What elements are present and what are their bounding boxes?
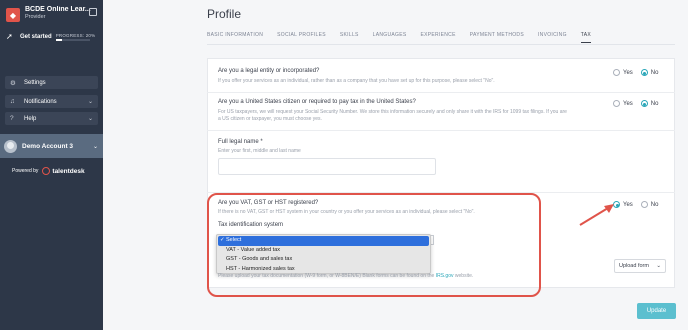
sidebar-item-notifications[interactable]: ♫ Notifications ⌄ [5, 95, 98, 108]
legal-entity-question: Are you a legal entity or incorporated? [218, 68, 320, 74]
chevron-down-icon: ⌄ [92, 143, 98, 150]
upload-form-button[interactable]: Upload form ⌄ [614, 259, 666, 273]
avatar [4, 139, 17, 153]
gear-icon: ⚙ [10, 79, 16, 87]
progress-text: PROGRESS: 20% [55, 32, 96, 38]
page-title: Profile [207, 7, 242, 21]
powered-by-label: Powered by [12, 168, 39, 174]
tab-basic-information[interactable]: BASIC INFORMATION [207, 32, 263, 43]
talentdesk-brand: talentdesk [52, 167, 85, 175]
bell-icon: ♫ [10, 98, 15, 105]
sidebar-item-label: Notifications [24, 98, 57, 105]
sidebar-item-label: Settings [24, 79, 46, 86]
sidebar-item-help[interactable]: ? Help ⌄ [5, 112, 98, 125]
tabs-divider [207, 44, 675, 45]
tab-skills[interactable]: SKILLS [340, 32, 359, 43]
legal-entity-radio-group: Yes No [613, 69, 666, 76]
chevron-down-icon: ⌄ [87, 99, 93, 105]
upload-form-label: Upload form [619, 263, 649, 269]
radio-yes-label: Yes [623, 201, 633, 208]
legal-name-input[interactable] [218, 158, 436, 175]
radio-no-selected[interactable] [640, 100, 648, 107]
org-name: BCDE Online Lear... [25, 6, 91, 13]
chevron-down-icon: ⌄ [656, 263, 661, 269]
talentdesk-logo: talentdesk [42, 167, 85, 175]
row-divider [207, 92, 675, 93]
tab-payment-methods[interactable]: PAYMENT METHODS [470, 32, 524, 43]
profile-tabs: BASIC INFORMATION SOCIAL PROFILES SKILLS… [207, 32, 605, 43]
vat-radio-group: Yes No [613, 201, 666, 208]
annotation-highlight-box [207, 193, 541, 297]
tab-experience[interactable]: EXPERIENCE [421, 32, 456, 43]
help-icon: ? [10, 115, 14, 122]
radio-no-label: No [650, 100, 659, 107]
row-divider [207, 130, 675, 131]
radio-no[interactable] [640, 201, 648, 208]
us-citizen-help-line-1: For US taxpayers, we will request your S… [218, 109, 567, 115]
us-citizen-help-line-2: a US citizen or taxpayer, you must choos… [218, 116, 322, 122]
radio-no-label: No [650, 69, 659, 76]
us-citizen-no[interactable]: No [640, 100, 659, 107]
update-button[interactable]: Update [637, 303, 676, 319]
account-name: Demo Account 3 [22, 142, 74, 150]
legal-name-help: Enter your first, middle and last name [218, 148, 301, 154]
us-citizen-yes[interactable]: Yes [613, 100, 633, 107]
annotation-arrow-icon [579, 204, 614, 226]
powered-by: Powered by talentdesk [12, 167, 85, 175]
radio-yes-label: Yes [623, 100, 633, 107]
tab-invoicing[interactable]: INVOICING [538, 32, 567, 43]
legal-entity-yes[interactable]: Yes [613, 69, 633, 76]
org-role: Provider [25, 14, 46, 20]
radio-yes-label: Yes [623, 69, 633, 76]
get-started[interactable]: ➚ Get started PROGRESS: 20% [6, 32, 95, 41]
progress-fill [55, 38, 63, 41]
brand[interactable]: ◆ BCDE Online Lear... Provider [6, 6, 95, 22]
switch-account-icon[interactable] [89, 8, 97, 16]
radio-no-label: No [650, 201, 659, 208]
legal-entity-help: If you offer your services as an individ… [218, 78, 495, 84]
account-switcher[interactable]: Demo Account 3 ⌄ [0, 134, 103, 158]
radio-yes[interactable] [613, 69, 620, 76]
org-logo-icon: ◆ [6, 8, 20, 22]
vat-no[interactable]: No [640, 201, 659, 208]
get-started-label: Get started [20, 33, 52, 40]
talentdesk-logo-icon [42, 167, 51, 175]
progress-bar [55, 38, 90, 41]
sidebar-item-label: Help [24, 115, 37, 122]
radio-yes[interactable] [613, 100, 620, 107]
us-citizen-question: Are you a United States citizen or requi… [218, 99, 416, 105]
rocket-icon: ➚ [6, 32, 13, 41]
legal-entity-no[interactable]: No [640, 69, 659, 76]
legal-name-label: Full legal name * [218, 139, 263, 145]
tab-languages[interactable]: LANGUAGES [373, 32, 407, 43]
tab-tax[interactable]: TAX [580, 32, 592, 43]
tab-social-profiles[interactable]: SOCIAL PROFILES [277, 32, 326, 43]
chevron-down-icon: ⌄ [87, 116, 93, 122]
sidebar-item-settings[interactable]: ⚙ Settings [5, 76, 98, 89]
us-citizen-radio-group: Yes No [613, 100, 666, 107]
sidebar: ◆ BCDE Online Lear... Provider ➚ Get sta… [0, 0, 103, 330]
radio-no-selected[interactable] [640, 69, 648, 76]
